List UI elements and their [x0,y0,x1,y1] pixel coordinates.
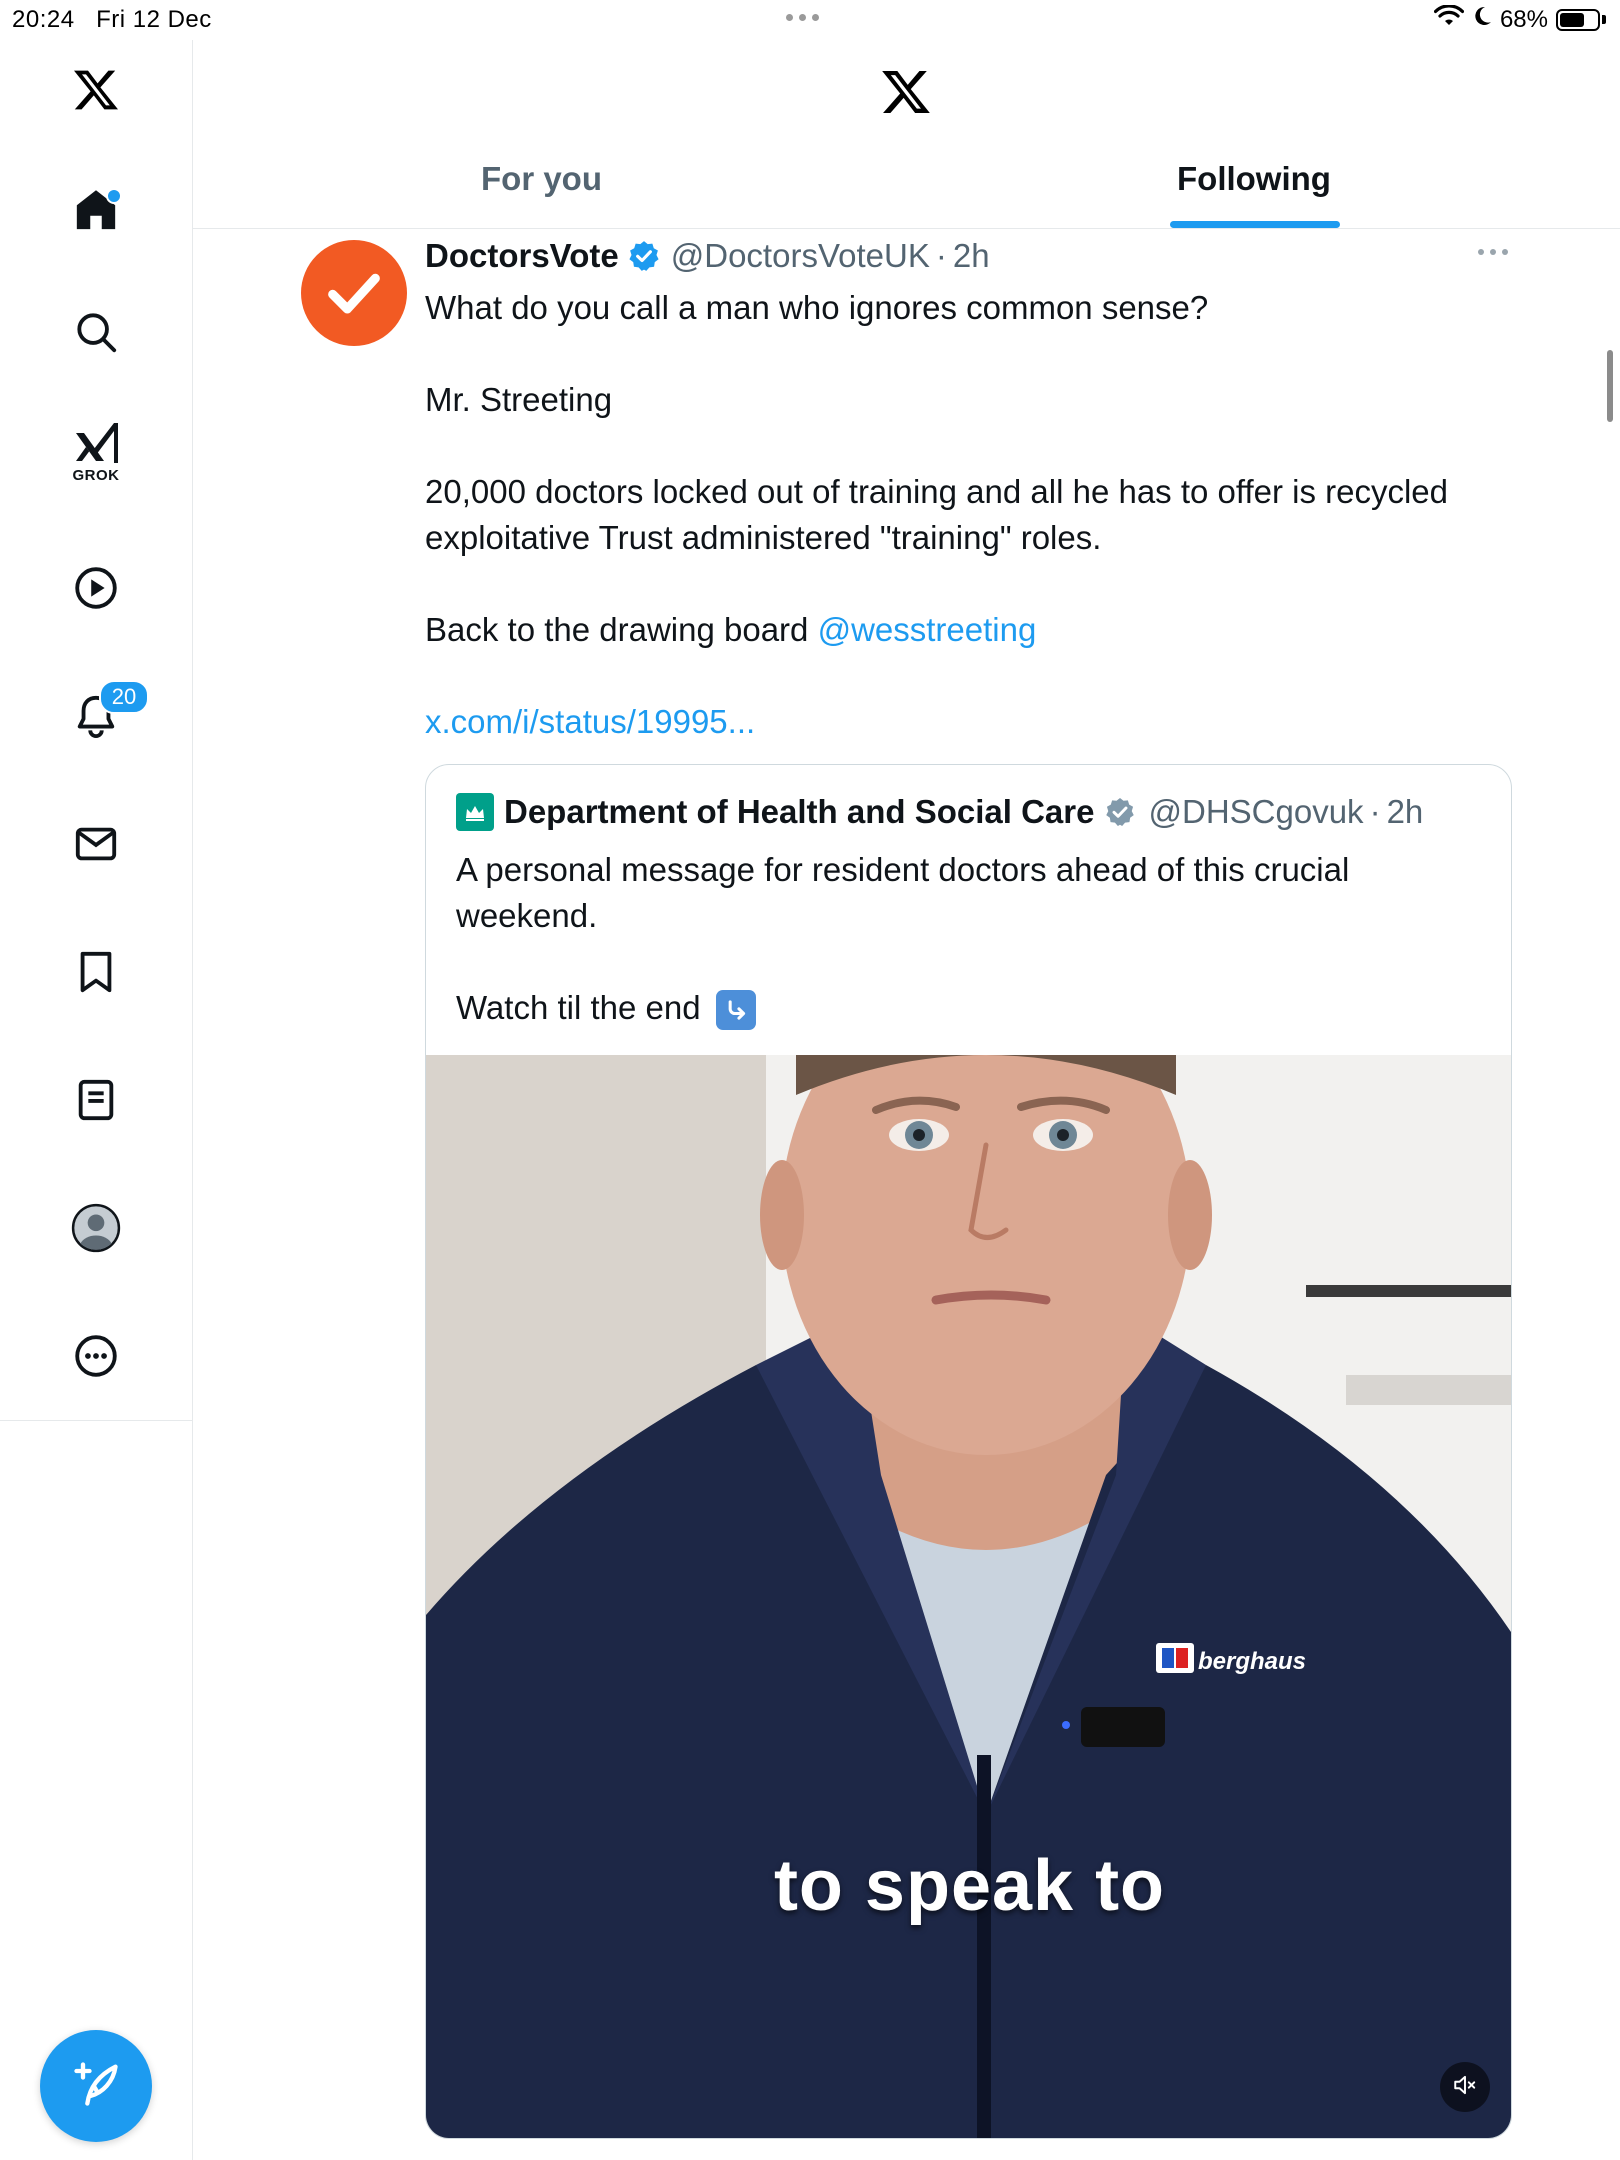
status-link[interactable]: x.com/i/status/19995... [425,703,755,740]
tweet-timestamp[interactable]: 2h [953,237,990,275]
battery-percent: 68% [1499,5,1548,33]
jacket-brand-text: berghaus [1198,1648,1306,1675]
tab-following[interactable]: Following [1177,160,1331,198]
mute-button[interactable] [1440,2062,1490,2112]
quoted-tweet[interactable]: Department of Health and Social Care @DH… [425,764,1512,2139]
quoted-author-handle[interactable]: @DHSCgovuk [1148,793,1363,831]
tweet-text: What do you call a man who ignores commo… [425,285,1535,745]
arrow-down-right-emoji-icon [715,990,756,1031]
tweet-author-handle[interactable]: @DoctorsVoteUK [671,237,930,275]
scrollbar[interactable] [1607,350,1613,422]
quoted-text-line: Watch til the end [456,985,1476,1031]
tab-for-you[interactable]: For you [481,160,602,198]
tweet-author-name[interactable]: DoctorsVote [425,237,619,275]
quoted-tweet-text: A personal message for resident doctors … [456,847,1476,1031]
multitasking-dots-icon[interactable] [786,14,819,21]
list-document-icon [73,1077,119,1123]
tweet-text-line: 20,000 doctors locked out of training an… [425,473,1449,556]
sidebar-item-bookmarks[interactable] [46,922,146,1022]
sidebar-nav: GROK 20 [0,40,192,1421]
sidebar: GROK 20 [0,40,193,2160]
feather-plus-icon [70,2058,122,2115]
speaker-muted-icon [1452,2072,1478,2103]
tweet-text-line: Back to the drawing board @wesstreeting [425,611,1037,648]
notification-badge: 20 [99,680,149,714]
quoted-author-name[interactable]: Department of Health and Social Care [504,793,1094,831]
sidebar-item-grok[interactable]: GROK [46,402,146,502]
doctorsvote-avatar[interactable] [301,240,407,346]
status-right: 68% [1433,4,1606,34]
x-header-logo-icon[interactable] [879,66,933,123]
tweet-header: DoctorsVote @DoctorsVoteUK · 2h [425,237,990,275]
status-time-date: 20:24 Fri 12 Dec [12,6,212,33]
status-bar: 20:24 Fri 12 Dec 68% [0,0,1620,40]
bookmark-icon [73,949,119,995]
gray-verified-badge-icon [1104,796,1136,828]
moon-icon [1472,5,1492,34]
sidebar-item-messages[interactable] [46,794,146,894]
profile-avatar-icon [71,1203,121,1253]
video-frame: berghaus [426,1055,1511,2138]
sidebar-item-videos[interactable] [46,538,146,638]
sidebar-item-home[interactable] [46,160,146,260]
sidebar-item-more[interactable] [46,1306,146,1406]
search-icon [73,309,119,355]
quoted-timestamp[interactable]: 2h [1387,793,1424,831]
wifi-icon [1433,4,1465,34]
grok-label: GROK [72,466,120,484]
home-new-dot [106,188,122,204]
video-caption: to speak to [773,1846,1166,1926]
sidebar-item-notifications[interactable]: 20 [46,666,149,766]
tweet-text-line: What do you call a man who ignores commo… [425,289,1209,326]
envelope-icon [73,821,119,867]
tweet-separator: · [935,237,947,274]
dhsc-crown-logo-icon [456,793,494,831]
x-logo-icon[interactable] [46,40,146,140]
mention-link[interactable]: @wesstreeting [818,611,1037,648]
sidebar-item-search[interactable] [46,282,146,382]
timeline-header: For you Following [193,40,1620,229]
video-player[interactable]: berghaus to speak to [426,1055,1511,2138]
sidebar-item-lists[interactable] [46,1050,146,1150]
quoted-separator: · [1369,793,1381,830]
sidebar-item-profile[interactable] [46,1178,146,1278]
play-circle-icon [73,565,119,611]
quoted-tweet-header: Department of Health and Social Care @DH… [456,793,1423,831]
verified-badge-icon [627,239,661,273]
quoted-text-line: A personal message for resident doctors … [456,851,1350,934]
more-circle-icon [73,1333,119,1379]
tweet-text-line: Mr. Streeting [425,381,613,418]
tweet-more-options-icon[interactable] [1478,249,1508,255]
grok-icon [72,421,120,465]
compose-post-button[interactable] [40,2030,152,2142]
battery-icon [1556,8,1600,31]
active-tab-indicator [1170,221,1340,228]
